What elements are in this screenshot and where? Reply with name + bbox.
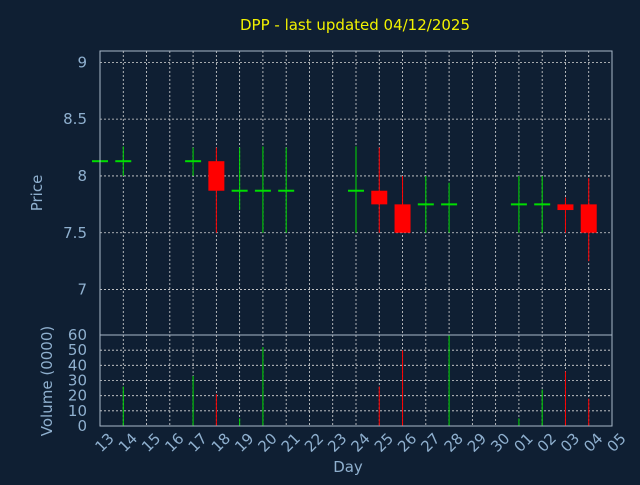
candle-body [510,203,527,206]
price-tick-label: 8 [77,167,87,185]
candle-body [371,190,388,205]
candle-body [417,203,434,206]
price-tick-label: 7.5 [63,224,87,242]
volume-gridlines [99,334,613,427]
volume-axis-label: Volume (0000) [38,326,56,436]
candle-body [208,161,225,191]
candle-body [534,203,551,206]
chart-title: DPP - last updated 04/12/2025 [240,16,470,34]
x-tick-label: 05 [604,430,630,456]
candle-body [557,204,574,211]
candle-body [441,203,458,206]
price-axis-label: Price [28,175,46,212]
candlestick-chart: DPP - last updated 04/12/2025 Price Volu… [28,16,630,476]
price-tick-label: 9 [77,53,87,71]
volume-tick-label: 60 [68,326,87,344]
candle-body [580,204,597,233]
chart-stage: DPP - last updated 04/12/2025 Price Volu… [0,0,640,480]
price-tick-label: 8.5 [63,110,87,128]
candle-body [185,160,202,163]
candle-body [115,160,132,163]
x-axis-label: Day [333,458,363,476]
candle-body [348,189,364,192]
price-tick-label: 7 [77,281,87,299]
price-candles [92,146,597,262]
candle-body [254,189,271,192]
candle-body [278,189,295,192]
candle-body [394,204,411,233]
candle-body [231,189,248,192]
